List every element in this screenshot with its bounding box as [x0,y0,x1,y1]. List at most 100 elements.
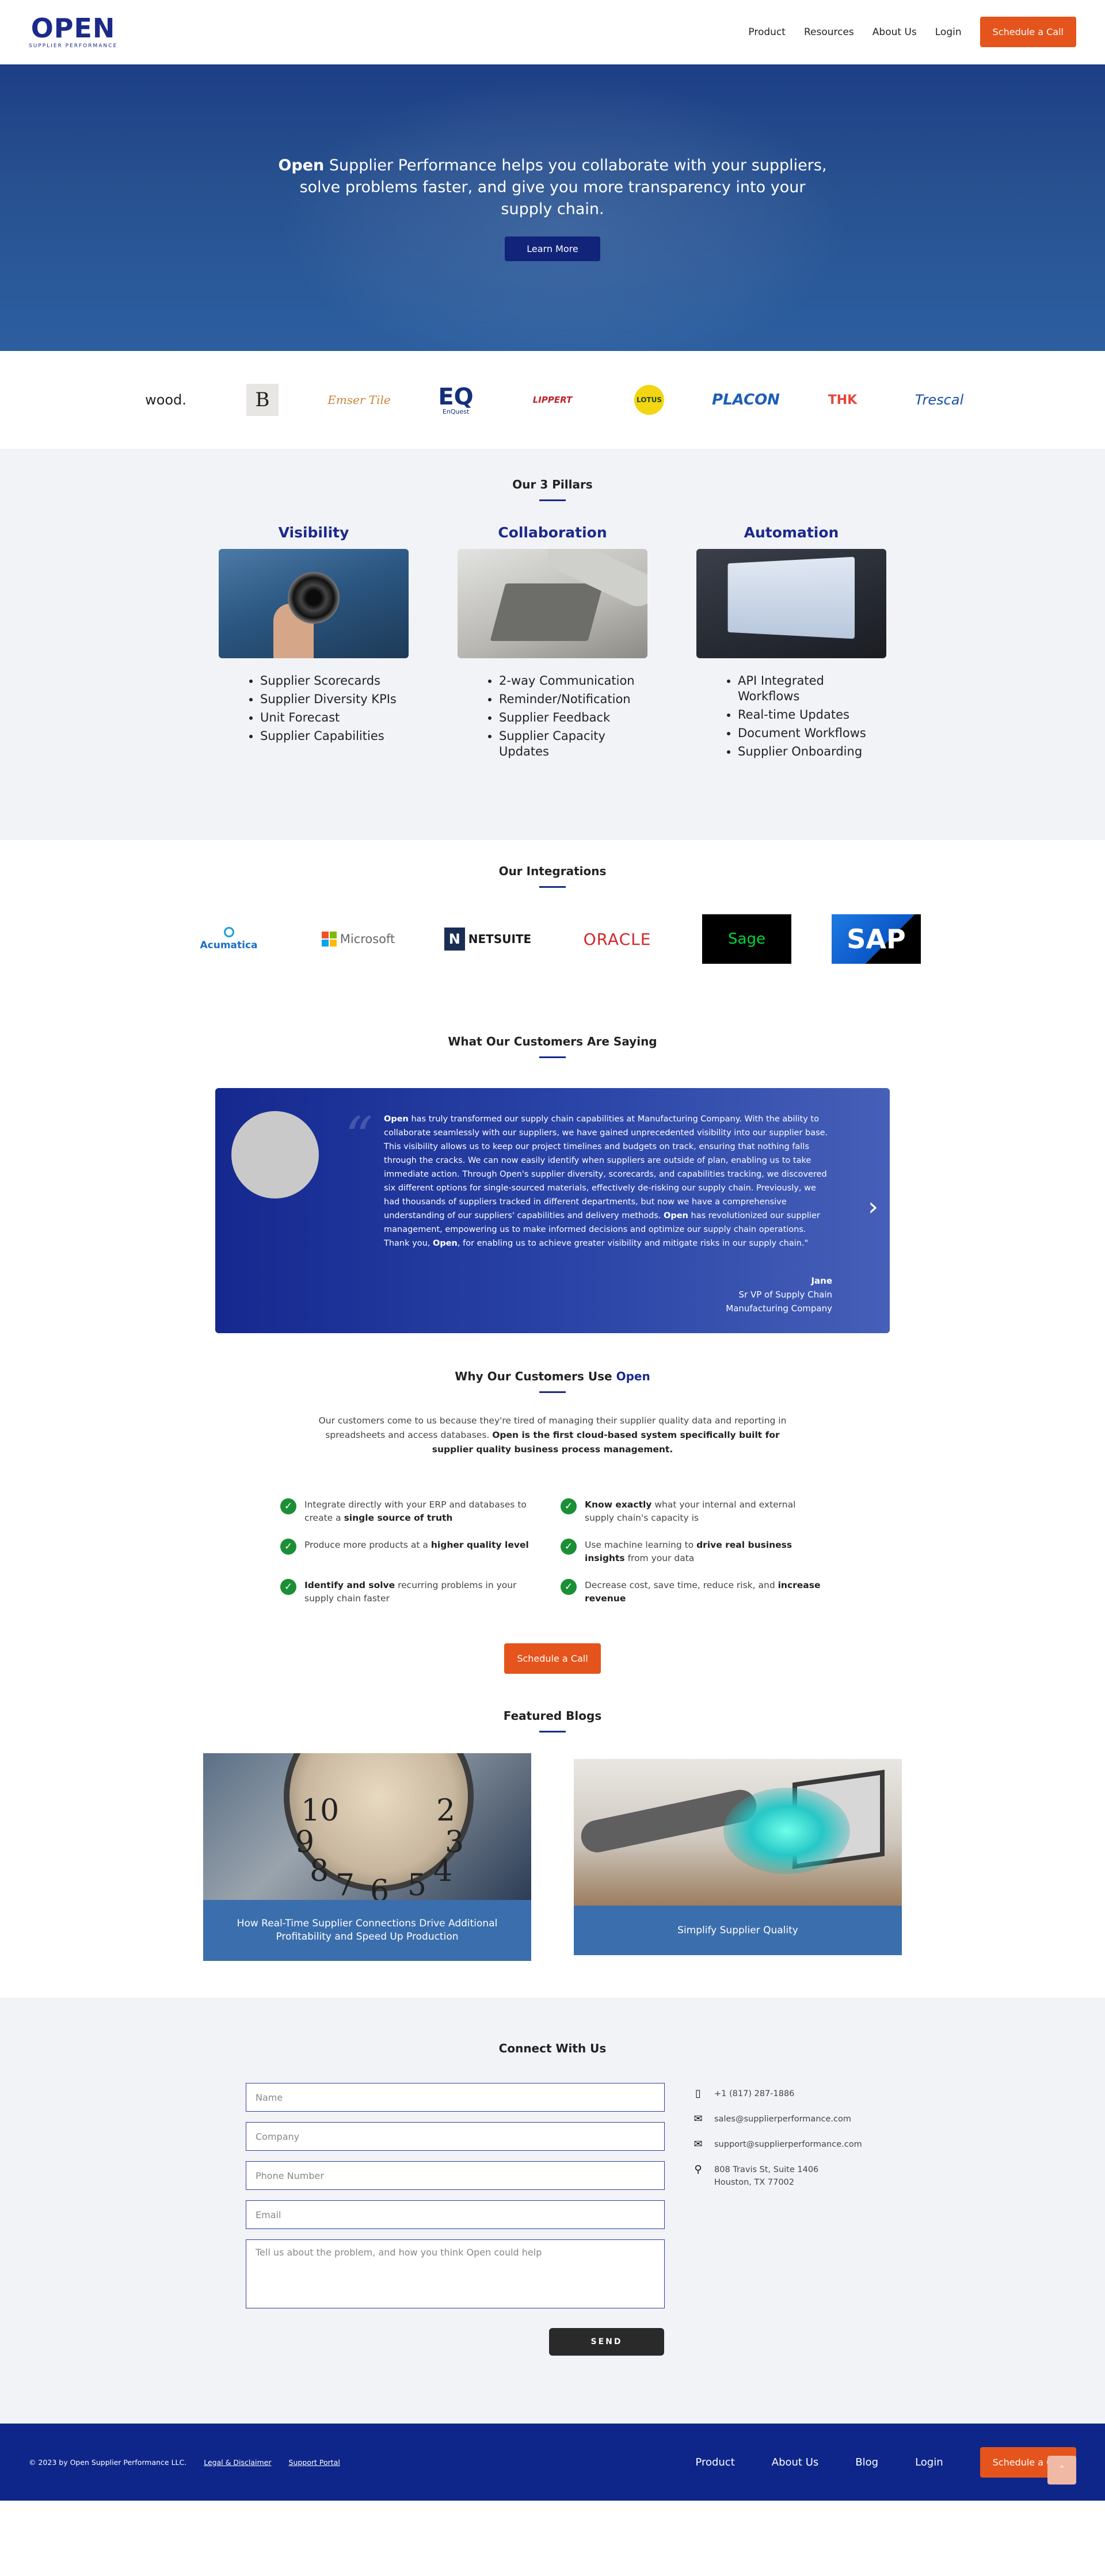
benefit-text: Use machine learning to [585,1540,697,1550]
logo-acumatica: Acumatica [184,914,273,964]
author-company: Manufacturing Company [726,1303,832,1314]
footer-nav-blog[interactable]: Blog [855,2456,878,2468]
pillar-title: Collaboration [498,524,607,541]
quote-brand: Open [664,1211,688,1220]
footer-legal: © 2023 by Open Supplier Performance LLC.… [29,2458,340,2467]
footer-nav-login[interactable]: Login [915,2456,943,2468]
schedule-call-button[interactable]: Schedule a Call [504,1643,601,1674]
why-section: Why Our Customers Use Open Our customers… [0,1346,1105,1703]
check-icon: ✓ [561,1579,577,1595]
list-item: Supplier Diversity KPIs [260,692,409,707]
logo-eq-mark: EQ [438,383,474,410]
support-email-text[interactable]: support@supplierperformance.com [714,2138,862,2151]
send-button[interactable]: SEND [549,2328,664,2356]
logo-wood: wood. [145,392,186,408]
logo-thk: THK [828,392,858,407]
integrations-section: Our Integrations Acumatica Microsoft N NE… [0,840,1105,1013]
blog-caption[interactable]: Simplify Supplier Quality [574,1906,902,1955]
list-item: API Integrated Workflows [738,673,886,704]
pillar-title: Visibility [278,524,349,541]
clock-numeral: 4 [433,1854,453,1888]
acumatica-icon [223,927,234,937]
testimonial-author: Jane Sr VP of Supply Chain Manufacturing… [726,1274,832,1315]
digital-hand-photo [574,1759,902,1906]
support-portal-link[interactable]: Support Portal [289,2458,340,2467]
blog-card[interactable]: Simplify Supplier Quality [574,1759,902,1961]
logo-lotus-wrap: LOTUS [601,385,698,415]
contact-address: ⚲ 808 Travis St, Suite 1406 Houston, TX 77… [692,2163,859,2189]
learn-more-button[interactable]: Learn More [505,236,600,261]
lens-photo [219,549,409,658]
nav-resources[interactable]: Resources [804,26,854,38]
message-field[interactable]: Tell us about the problem, and how you t… [246,2239,665,2308]
why-title: Why Our Customers Use Open [0,1369,1105,1383]
logo-sap: SAP [832,914,921,964]
benefit-bold: higher quality level [430,1540,529,1550]
netsuite-icon: N [444,928,465,951]
logo[interactable]: OPEN SUPPLIER PERFORMANCE [29,15,117,49]
list-item: Supplier Capacity Updates [499,728,647,760]
list-item: Unit Forecast [260,710,409,726]
logo-lotus: LOTUS [634,385,664,415]
logo-placon: PLACON [712,391,780,409]
testimonial-card: “ Open has truly transformed our supply … [215,1088,890,1333]
footer-nav-product[interactable]: Product [695,2456,734,2468]
chevron-right-icon[interactable]: › [864,1193,882,1222]
chevron-up-icon[interactable]: ˄ [1047,2456,1076,2485]
name-field[interactable]: Name [246,2083,665,2112]
why-intro: Our customers come to us because they're… [305,1414,800,1457]
pillars-section: Our 3 Pillars Visibility Supplier Scorec… [0,449,1105,840]
main-nav: Product Resources About Us Login Schedul… [748,17,1076,47]
blogs-title: Featured Blogs [503,1709,602,1723]
hero-banner: Open Supplier Performance helps you coll… [0,64,1105,351]
company-field[interactable]: Company [246,2122,665,2151]
logo-microsoft: Microsoft [314,914,403,964]
list-item: Supplier Capabilities [260,728,409,744]
logo-oracle: ORACLE [583,929,651,949]
pillar-bullets: API Integrated Workflows Real-time Updat… [696,673,886,760]
nav-login[interactable]: Login [935,26,962,38]
site-header: OPEN SUPPLIER PERFORMANCE Product Resour… [0,0,1105,64]
quote-brand: Open [433,1239,458,1248]
benefit-item: ✓ Know exactly what your internal and ext… [561,1498,825,1525]
acumatica-label: Acumatica [200,940,258,951]
logo-netsuite: N NETSUITE [443,914,532,964]
hero-text: Open Supplier Performance helps you coll… [276,155,829,220]
laptop-typing-photo [458,549,647,658]
hero-brand: Open [278,156,325,174]
testimonials-section: What Our Customers Are Saying “ Open has… [0,1013,1105,1346]
sales-email-text[interactable]: sales@supplierperformance.com [714,2113,851,2125]
logo-wordmark: OPEN [31,13,116,44]
quote-brand: Open [384,1115,409,1124]
phone-text[interactable]: +1 (817) 287-1886 [714,2087,794,2100]
microsoft-icon [321,932,337,947]
contact-form: Name Company Phone Number Email Tell us … [246,2083,665,2356]
blog-card[interactable]: 10 2 9 3 8 4 7 5 6 How Real-Time Supplie… [203,1753,531,1961]
schedule-call-button[interactable]: Schedule a Call [980,17,1076,47]
list-item: 2-way Communication [499,673,647,689]
benefit-item: ✓ Produce more products at a higher quali… [280,1539,544,1565]
clock-numeral: 8 [310,1854,329,1888]
title-underline [539,886,566,888]
blog-caption[interactable]: How Real-Time Supplier Connections Drive… [203,1900,531,1961]
clock-numeral: 10 [301,1793,340,1828]
clock-numeral: 6 [370,1874,390,1900]
footer-nav-about-us[interactable]: About Us [772,2456,819,2468]
logo-lippert: LIPPERT [532,395,573,405]
benefit-text: Decrease cost, save time, reduce risk, a… [585,1580,778,1590]
email-field[interactable]: Email [246,2200,665,2229]
check-icon: ✓ [561,1539,577,1555]
logo-enquest: EQ EnQuest [407,386,504,415]
list-item: Supplier Onboarding [738,744,886,760]
nav-product[interactable]: Product [748,26,786,38]
legal-link[interactable]: Legal & Disclaimer [204,2458,271,2467]
contact-title: Connect With Us [498,2041,607,2055]
clock-numeral: 5 [407,1868,427,1900]
pillar-visibility: Visibility Supplier Scorecards Supplier … [219,524,409,762]
phone-field[interactable]: Phone Number [246,2161,665,2190]
pillar-collaboration: Collaboration 2-way Communication Remind… [458,524,647,762]
nav-about-us[interactable]: About Us [872,26,917,38]
logo-b-wrap: B [214,384,311,416]
pillar-bullets: 2-way Communication Reminder/Notificatio… [458,673,647,760]
benefit-item: ✓ Integrate directly with your ERP and da… [280,1498,544,1525]
